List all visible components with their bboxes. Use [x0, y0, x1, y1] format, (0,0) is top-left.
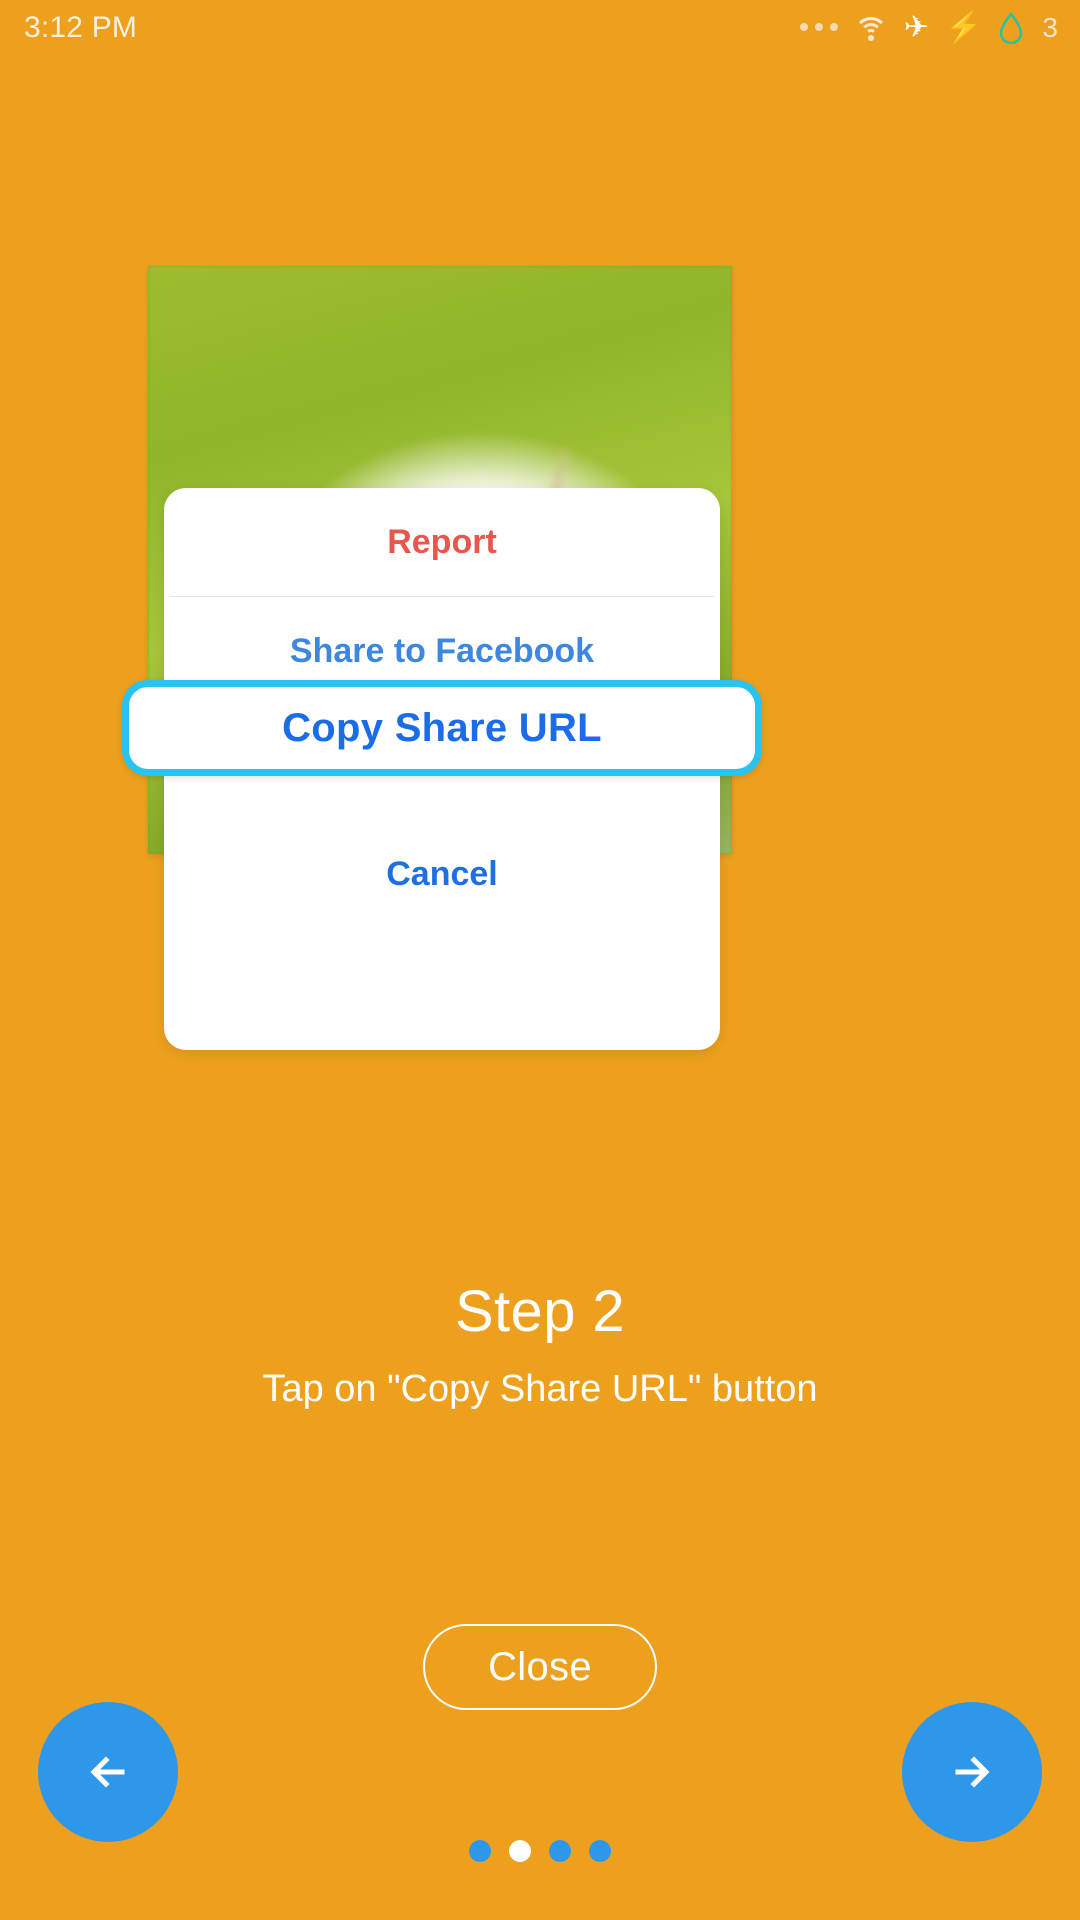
more-icon	[799, 22, 838, 34]
action-sheet-item-copy-share-url[interactable]: Copy Share URL	[122, 680, 762, 776]
page-dot-2[interactable]	[509, 1840, 531, 1862]
charging-bolt-icon: ⚡	[945, 11, 983, 44]
arrow-left-icon	[76, 1740, 140, 1804]
action-sheet-item-cancel[interactable]: Cancel	[164, 819, 720, 929]
airplane-mode-icon: ✈	[903, 11, 930, 44]
status-bar-clock: 3:12 PM	[24, 11, 138, 44]
close-button-label: Close	[488, 1644, 592, 1689]
action-sheet-item-label: Copy Share URL	[282, 705, 602, 750]
wifi-icon	[853, 15, 888, 41]
page-dot-3[interactable]	[549, 1840, 571, 1862]
arrow-right-icon	[940, 1740, 1004, 1804]
page-dot-4[interactable]	[589, 1840, 611, 1862]
status-badge-count: 3	[1042, 12, 1058, 43]
water-drop-icon	[998, 11, 1024, 45]
action-sheet-item-label: Report	[387, 522, 497, 561]
close-button[interactable]: Close	[423, 1624, 657, 1710]
page-indicator	[0, 1840, 1080, 1862]
status-bar-icons: ✈ ⚡ 3	[799, 11, 1058, 45]
previous-step-button[interactable]	[38, 1702, 178, 1842]
share-action-sheet: Report Share to Facebook Cancel Copy Sha…	[122, 488, 762, 1050]
tutorial-overlay-screen: 3:12 PM ✈ ⚡ 3 Report Share to Facebook C…	[0, 0, 1080, 1920]
step-title: Step 2	[454, 1279, 626, 1344]
action-sheet-item-label: Share to Facebook	[289, 631, 595, 670]
action-sheet-item-report[interactable]: Report	[164, 488, 720, 596]
step-subtitle: Tap on "Copy Share URL" button	[262, 1368, 818, 1410]
next-step-button[interactable]	[902, 1702, 1042, 1842]
action-sheet-item-label: Cancel	[386, 854, 498, 893]
status-bar: 3:12 PM ✈ ⚡ 3	[0, 0, 1080, 56]
page-dot-1[interactable]	[469, 1840, 491, 1862]
